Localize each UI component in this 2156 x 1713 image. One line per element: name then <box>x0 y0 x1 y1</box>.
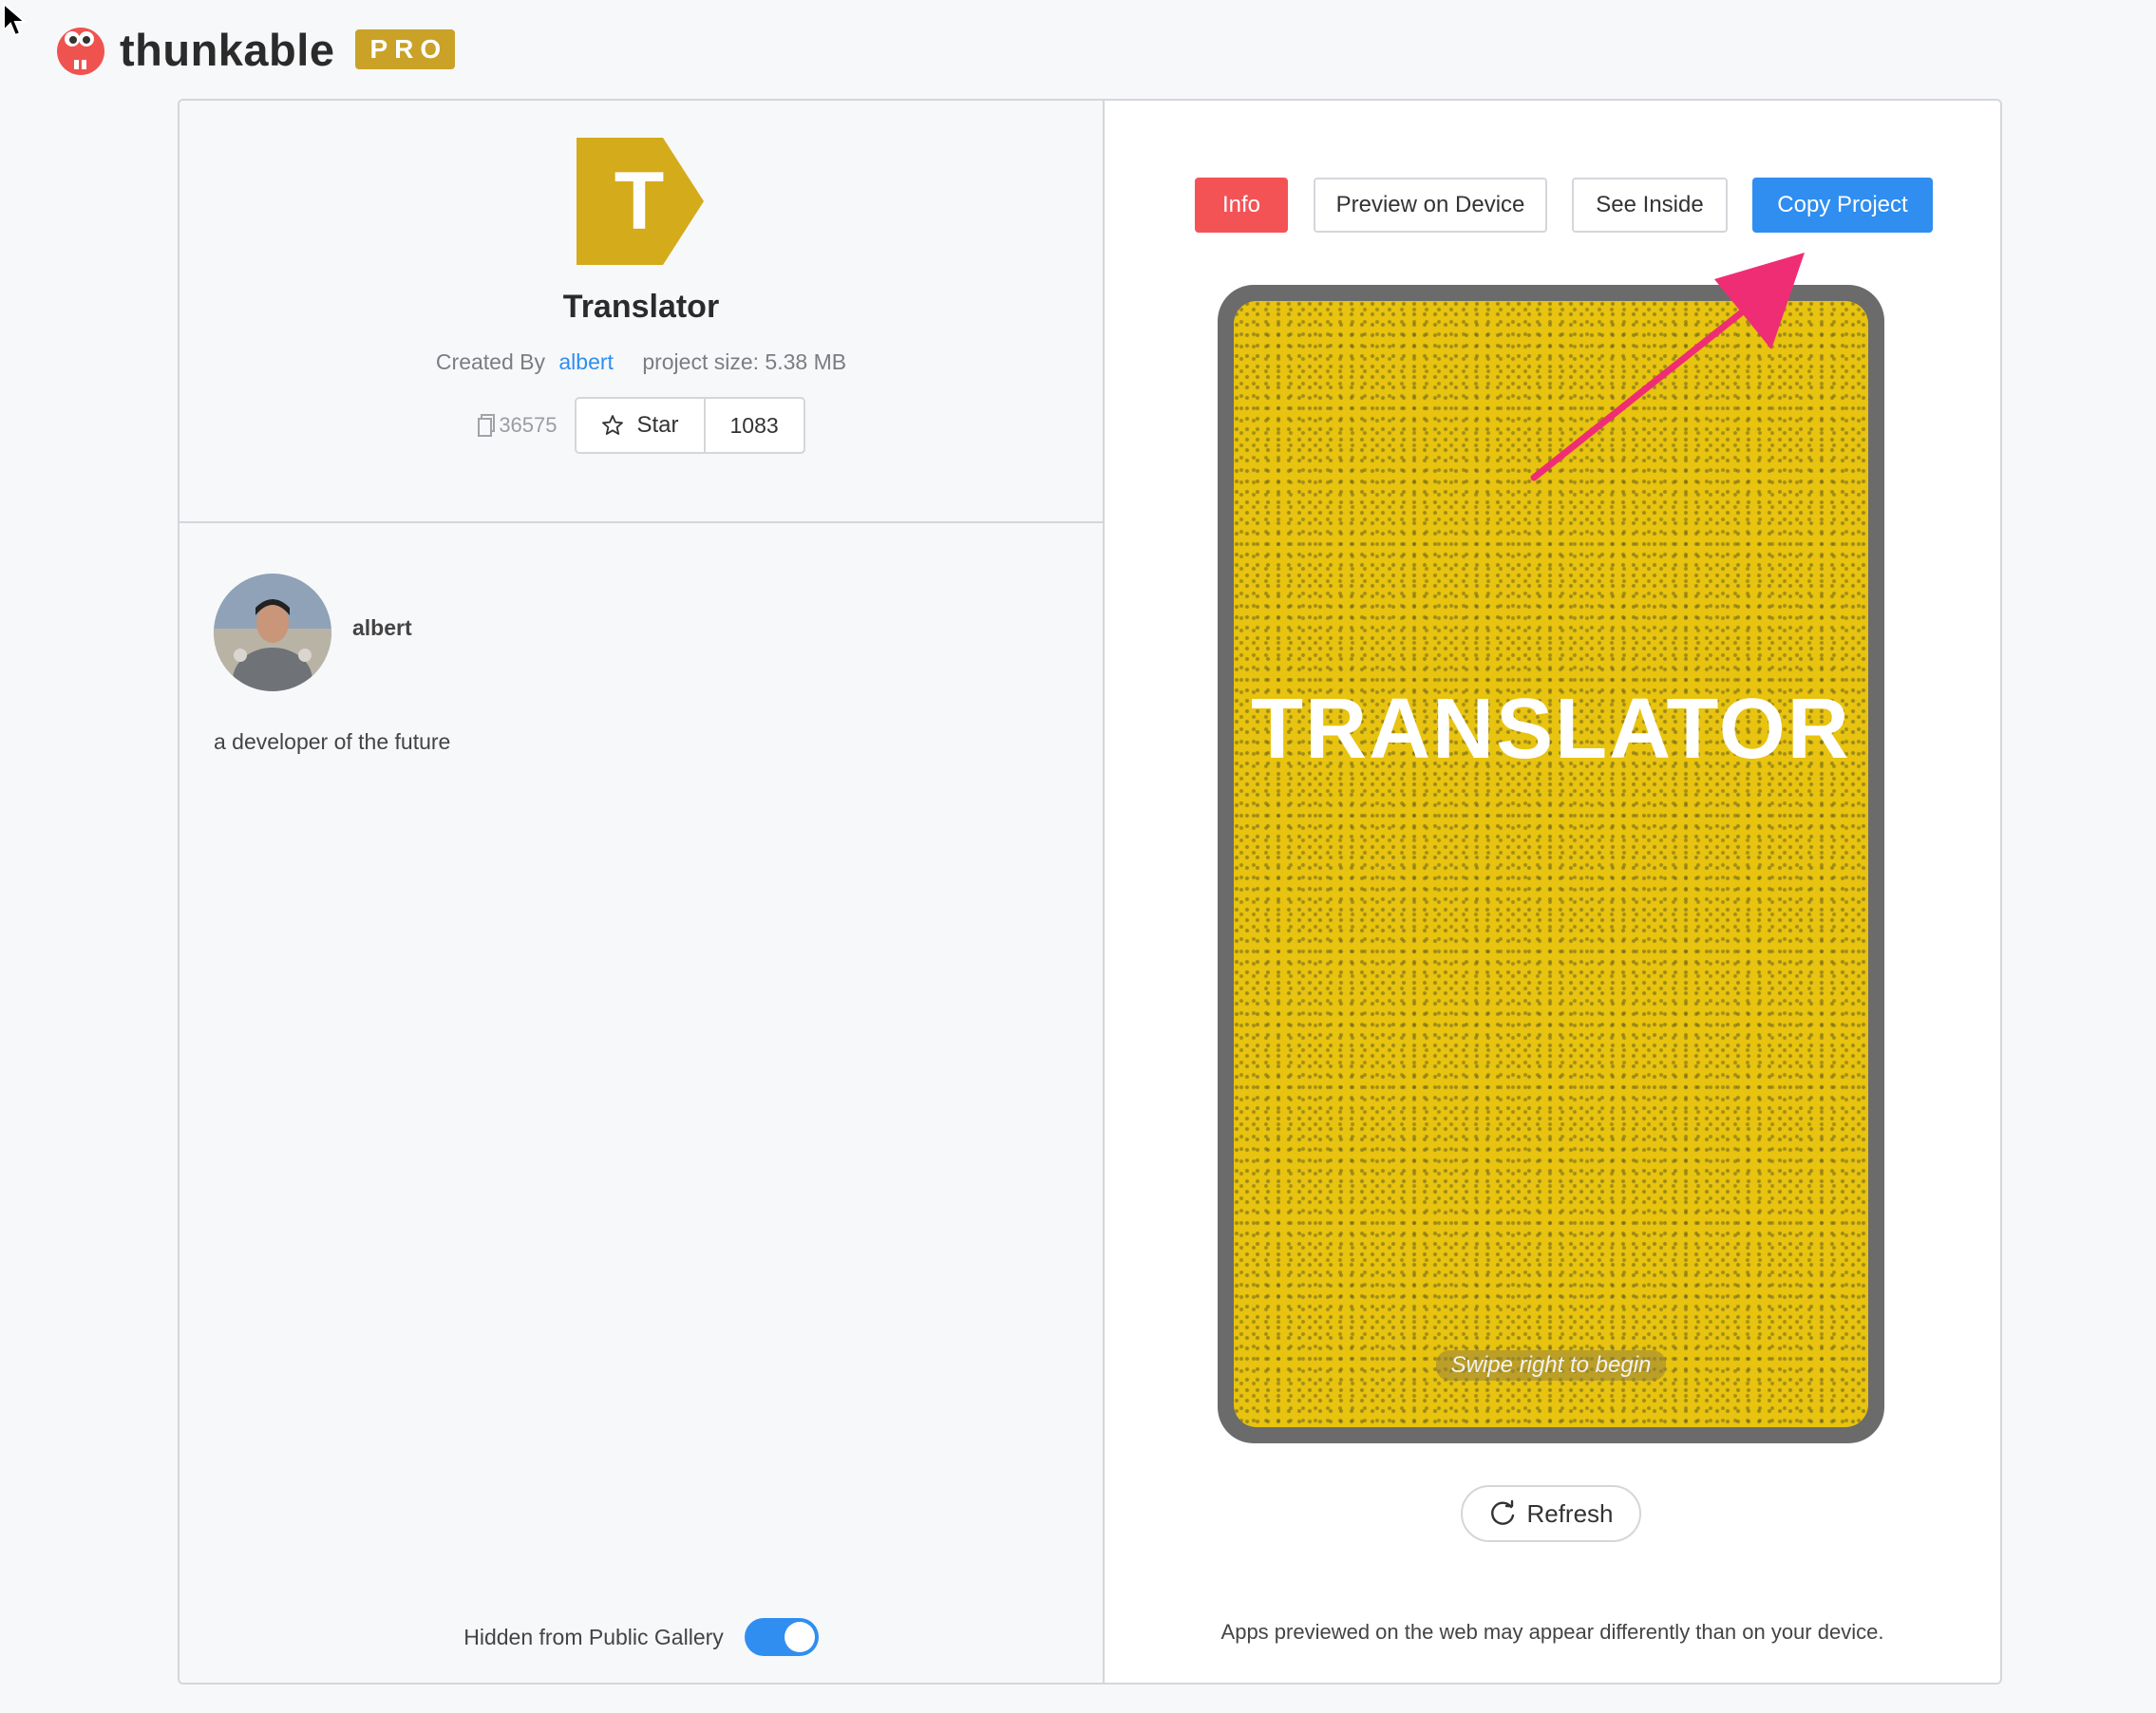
info-button[interactable]: Info <box>1195 178 1288 233</box>
mouse-cursor-icon <box>3 2 28 37</box>
profile-bio: a developer of the future <box>214 729 451 754</box>
hidden-from-gallery-toggle[interactable] <box>744 1618 819 1656</box>
thunkable-logo-icon <box>57 28 104 75</box>
brand-logo[interactable]: thunkable PRO <box>53 19 456 80</box>
preview-screen-hint: Swipe right to begin <box>1234 1350 1868 1381</box>
copy-icon <box>478 414 496 437</box>
avatar-photo <box>214 574 331 691</box>
app-icon: T <box>577 138 704 265</box>
author-link[interactable]: albert <box>558 349 614 374</box>
preview-screen-title: TRANSLATOR <box>1251 682 1851 777</box>
copy-project-button[interactable]: Copy Project <box>1752 178 1933 233</box>
device-frame: TRANSLATOR Swipe right to begin <box>1218 285 1884 1443</box>
star-group: Star 1083 <box>574 397 805 454</box>
project-size: project size: 5.38 MB <box>642 349 847 374</box>
star-button[interactable]: Star <box>577 399 706 452</box>
refresh-icon <box>1491 1499 1515 1525</box>
copies-value: 36575 <box>499 413 558 437</box>
refresh-button[interactable]: Refresh <box>1461 1485 1641 1542</box>
hidden-from-gallery-label: Hidden from Public Gallery <box>463 1624 724 1649</box>
refresh-label: Refresh <box>1526 1498 1614 1528</box>
project-title: Translator <box>562 289 720 325</box>
brand-name: thunkable <box>120 24 335 75</box>
avatar[interactable] <box>214 574 331 691</box>
project-summary: T Translator Created By albert project s… <box>180 101 1103 523</box>
preview-disclaimer: Apps previewed on the web may appear dif… <box>1220 1620 1884 1644</box>
profile-name[interactable]: albert <box>352 615 412 641</box>
preview-on-device-button[interactable]: Preview on Device <box>1314 178 1547 233</box>
created-by-label: Created By <box>435 349 545 374</box>
see-inside-button[interactable]: See Inside <box>1572 178 1728 233</box>
swipe-hint: Swipe right to begin <box>1435 1350 1667 1381</box>
project-meta: Created By albert project size: 5.38 MB <box>180 349 1103 375</box>
app-icon-letter: T <box>615 156 665 247</box>
action-buttons: Info Preview on Device See Inside Copy P… <box>1105 178 2000 236</box>
pro-badge: PRO <box>355 29 456 69</box>
copies-count: 36575 <box>477 413 558 438</box>
star-label: Star <box>636 412 679 438</box>
project-stats: 36575 Star 1083 <box>180 397 1103 454</box>
star-count[interactable]: 1083 <box>706 399 804 452</box>
preview-panel: Info Preview on Device See Inside Copy P… <box>1105 101 2000 1683</box>
gallery-visibility-row: Hidden from Public Gallery <box>180 1618 1103 1656</box>
project-info-panel: T Translator Created By albert project s… <box>180 101 1105 1683</box>
app-preview-screen[interactable]: TRANSLATOR Swipe right to begin <box>1234 301 1868 1427</box>
toggle-knob <box>784 1622 815 1652</box>
project-card: T Translator Created By albert project s… <box>178 99 2002 1685</box>
star-icon <box>601 415 623 435</box>
